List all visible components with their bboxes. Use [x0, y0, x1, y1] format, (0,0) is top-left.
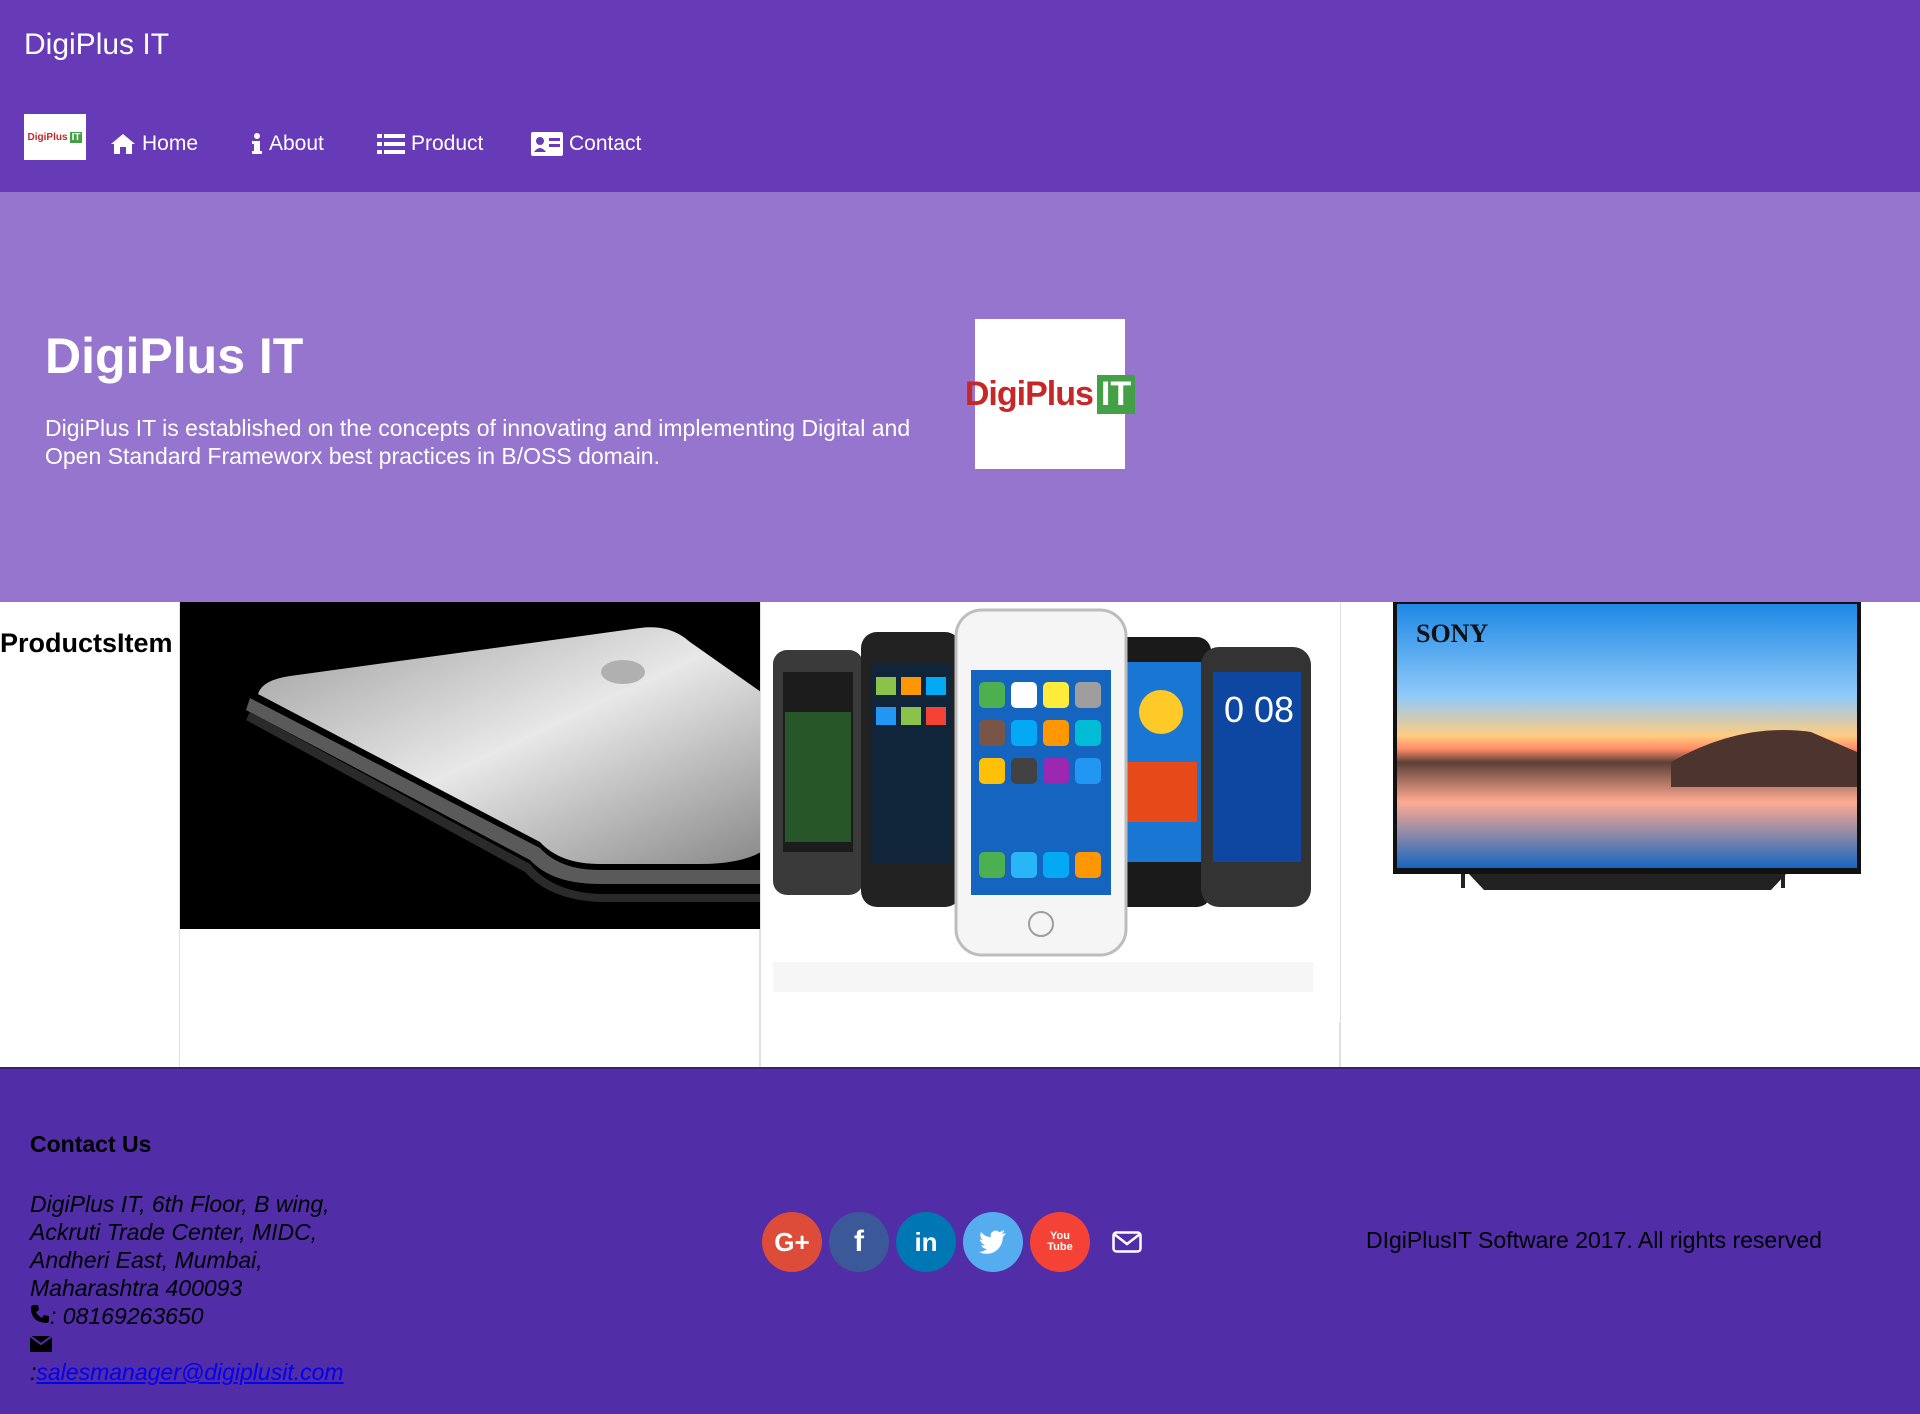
copyright-text: DIgiPlusIT Software 2017. All rights res… [1366, 1227, 1822, 1253]
home-icon [110, 133, 136, 155]
hero-section: DigiPlus IT DigiPlus IT is established o… [0, 192, 1920, 602]
email-button[interactable] [1097, 1212, 1157, 1272]
linkedin-icon: in [914, 1226, 938, 1257]
phone-line: : 08169263650 [30, 1302, 344, 1330]
mail-icon [1112, 1231, 1142, 1253]
google-plus-icon: G+ [774, 1226, 810, 1257]
phone-number: : 08169263650 [50, 1303, 204, 1329]
nav-home-label: Home [142, 132, 199, 155]
nav-logo[interactable]: DigiPlus IT [24, 114, 86, 160]
nav-home[interactable]: Home [110, 124, 198, 164]
products-section: ProductsItem 0 08 SONY [0, 602, 1920, 1067]
navbar: DigiPlus IT DigiPlus IT Home About Produ… [0, 0, 1920, 192]
twitter-icon [979, 1230, 1006, 1254]
product-card-smartphones[interactable]: 0 08 [760, 602, 1341, 1067]
laptop-image [180, 602, 761, 929]
email-link[interactable]: salesmanager@digiplusit.com [36, 1359, 343, 1385]
address-line-1: DigiPlus IT, 6th Floor, B wing, [30, 1191, 330, 1217]
email-line: :salesmanager@digiplusit.com [30, 1358, 344, 1386]
nav-contact-label: Contact [569, 132, 642, 155]
hero-description: DigiPlus IT is established on the concep… [45, 415, 911, 469]
address-line-3: Andheri East, Mumbai, [30, 1247, 263, 1273]
nav-about-label: About [269, 132, 324, 155]
product-card-laptop[interactable] [179, 602, 761, 1067]
google-plus-button[interactable]: G+ [762, 1212, 822, 1272]
twitter-button[interactable] [963, 1212, 1023, 1272]
info-icon [251, 132, 263, 156]
brand-name[interactable]: DigiPlus IT [24, 28, 169, 62]
products-heading: ProductsItem [0, 628, 173, 658]
envelope-icon [29, 1335, 53, 1352]
nav-product[interactable]: Product [377, 124, 483, 164]
clock-text: 0 08 [1224, 689, 1294, 730]
smartphones-image: 0 08 [761, 602, 1341, 1022]
linkedin-button[interactable]: in [896, 1212, 956, 1272]
youtube-button[interactable]: You Tube [1030, 1212, 1090, 1272]
address-line-4: Maharashtra 400093 [30, 1275, 243, 1301]
email-icon-line [29, 1330, 344, 1358]
nav-about[interactable]: About [251, 124, 324, 164]
phone-icon [31, 1305, 49, 1323]
hero-logo: DigiPlus IT [965, 319, 1136, 469]
hero-logo-badge: IT [1096, 374, 1136, 414]
hero-logo-text: DigiPlus [964, 374, 1094, 413]
hero-title: DigiPlus IT [45, 328, 304, 384]
contact-card-icon [531, 132, 563, 156]
logo-badge: IT [69, 131, 83, 143]
product-card-tv[interactable]: SONY [1340, 602, 1920, 1067]
address-block: DigiPlus IT, 6th Floor, B wing, Ackruti … [29, 1190, 344, 1386]
nav-product-label: Product [411, 132, 484, 155]
youtube-icon: You Tube [1047, 1230, 1073, 1253]
address-line-2: Ackruti Trade Center, MIDC, [30, 1219, 318, 1245]
list-icon [377, 133, 405, 155]
footer: Contact Us DigiPlus IT, 6th Floor, B win… [0, 1067, 1920, 1414]
facebook-button[interactable]: f [829, 1212, 889, 1272]
nav-contact[interactable]: Contact [531, 124, 641, 164]
contact-title: Contact Us [30, 1131, 152, 1157]
social-links: G+ f in You Tube [762, 1212, 1157, 1272]
logo-text: DigiPlus [27, 131, 68, 143]
tv-brand: SONY [1416, 619, 1488, 648]
tv-image: SONY [1393, 602, 1861, 890]
facebook-icon: f [854, 1225, 864, 1258]
